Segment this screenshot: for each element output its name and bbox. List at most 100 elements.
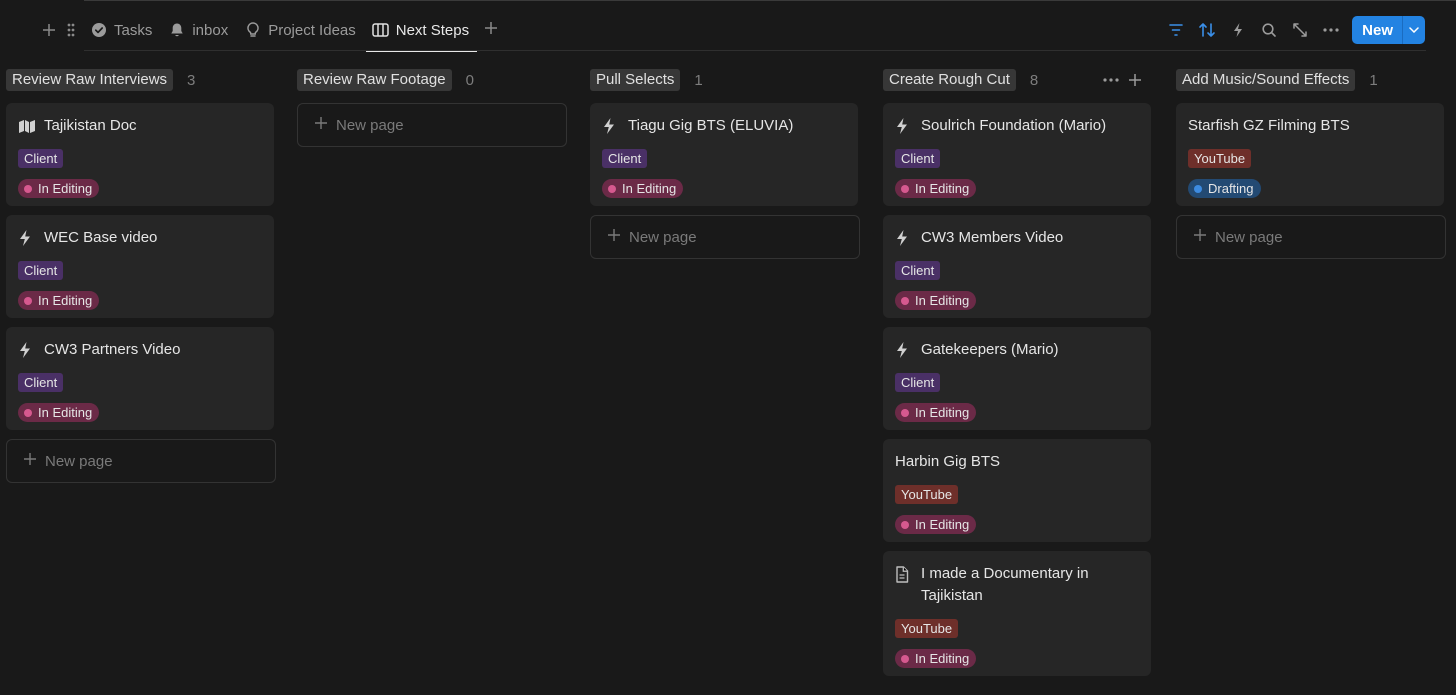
category-tag: Client: [895, 261, 941, 280]
document-icon: [895, 563, 915, 585]
column-header: Add Music/Sound Effects 1: [1176, 68, 1444, 92]
status-dot-icon: [901, 654, 909, 663]
bolt-icon: [18, 227, 38, 249]
card-title: I made a Documentary in Tajikistan: [895, 563, 1139, 607]
column-more-icon[interactable]: [1099, 78, 1123, 82]
column-header: Review Raw Interviews 3: [6, 68, 274, 92]
status-badge: In Editing: [18, 403, 100, 422]
status-badge: In Editing: [895, 179, 977, 198]
status-label: In Editing: [38, 293, 93, 308]
new-page-button[interactable]: New page: [6, 439, 276, 483]
tab-project-ideas[interactable]: Project Ideas: [244, 18, 356, 42]
board-card[interactable]: Tiagu Gig BTS (ELUVIA) Client In Editing: [590, 103, 858, 206]
card-status-row: In Editing: [895, 291, 1139, 310]
board-card[interactable]: Soulrich Foundation (Mario) Client In Edit…: [883, 103, 1151, 206]
column-count: 1: [1369, 71, 1378, 89]
card-status-row: In Editing: [895, 179, 1139, 198]
category-tag: Client: [895, 149, 941, 168]
column-count: 0: [465, 71, 474, 89]
new-button[interactable]: New: [1352, 16, 1425, 44]
tab-label: Project Ideas: [268, 21, 356, 39]
search-icon[interactable]: [1253, 16, 1284, 44]
view-toolbar: New: [1160, 16, 1425, 44]
status-badge: Drafting: [1188, 179, 1261, 198]
card-tag-row: Client: [18, 261, 262, 280]
sort-icon[interactable]: [1191, 16, 1222, 44]
category-tag: YouTube: [895, 619, 959, 638]
status-label: In Editing: [38, 405, 93, 420]
new-page-button[interactable]: New page: [1176, 215, 1446, 259]
column-header: Create Rough Cut 8: [883, 68, 1151, 92]
bolt-icon: [18, 339, 38, 361]
drag-handle-icon[interactable]: [60, 19, 82, 41]
tabbar-divider: [84, 50, 1426, 51]
card-title-text: Tajikistan Doc: [44, 117, 137, 134]
card-list: Soulrich Foundation (Mario) Client In Edit…: [883, 103, 1151, 676]
automation-bolt-icon[interactable]: [1222, 16, 1253, 44]
column-title[interactable]: Pull Selects: [590, 69, 681, 91]
new-page-label: New page: [629, 228, 697, 246]
card-title-text: Soulrich Foundation (Mario): [921, 117, 1107, 134]
card-tag-row: Client: [895, 373, 1139, 392]
status-label: In Editing: [915, 293, 970, 308]
card-title-text: WEC Base video: [44, 229, 158, 246]
column-add-icon[interactable]: [1123, 73, 1147, 87]
column-count: 1: [694, 71, 703, 89]
expand-icon[interactable]: [1284, 16, 1315, 44]
chevron-down-icon[interactable]: [1402, 16, 1425, 44]
add-view-icon[interactable]: [483, 19, 499, 42]
tab-label: Tasks: [114, 21, 153, 39]
status-dot-icon: [901, 408, 909, 417]
column-header: Pull Selects 1: [590, 68, 858, 92]
board-card[interactable]: I made a Documentary in Tajikistan YouTub…: [883, 551, 1151, 676]
tab-tasks[interactable]: Tasks: [90, 18, 152, 42]
card-status-row: In Editing: [18, 179, 262, 198]
category-tag: YouTube: [1188, 149, 1252, 168]
new-page-button[interactable]: New page: [590, 215, 860, 259]
plus-icon: [23, 450, 37, 472]
card-title: Tajikistan Doc: [18, 115, 262, 137]
column-title[interactable]: Create Rough Cut: [883, 69, 1016, 91]
board-card[interactable]: Starfish GZ Filming BTS YouTube Drafting: [1176, 103, 1444, 206]
board-card[interactable]: Tajikistan Doc Client In Editing: [6, 103, 274, 206]
add-block-icon[interactable]: [38, 19, 60, 41]
plus-icon: [314, 114, 328, 136]
top-border: [84, 0, 1456, 1]
card-tag-row: YouTube: [895, 619, 1139, 638]
column-title[interactable]: Review Raw Interviews: [6, 69, 174, 91]
card-title-text: CW3 Partners Video: [44, 341, 181, 358]
board-card[interactable]: CW3 Members Video Client In Editing: [883, 215, 1151, 318]
view-tabbar: Tasks inbox Project Ideas Next Steps New: [0, 8, 1456, 52]
new-button-label[interactable]: New: [1352, 16, 1402, 44]
card-tag-row: Client: [18, 149, 262, 168]
category-tag: Client: [18, 261, 64, 280]
board-icon: [372, 21, 390, 39]
card-title: Tiagu Gig BTS (ELUVIA): [602, 115, 846, 137]
new-page-label: New page: [336, 116, 404, 134]
map-icon: [18, 115, 38, 137]
tab-label: Next Steps: [395, 21, 470, 39]
status-badge: In Editing: [895, 291, 977, 310]
new-page-button[interactable]: New page: [297, 103, 567, 147]
board-card[interactable]: Gatekeepers (Mario) Client In Editing: [883, 327, 1151, 430]
plus-icon: [607, 226, 621, 248]
board-card[interactable]: Harbin Gig BTS YouTube In Editing: [883, 439, 1151, 542]
more-options-icon[interactable]: [1315, 16, 1346, 44]
check-circle-icon: [90, 21, 108, 39]
category-tag: Client: [602, 149, 648, 168]
card-tag-row: Client: [602, 149, 846, 168]
column-title[interactable]: Review Raw Footage: [297, 69, 452, 91]
column-title[interactable]: Add Music/Sound Effects: [1176, 69, 1356, 91]
tab-inbox[interactable]: inbox: [168, 18, 228, 42]
board-card[interactable]: WEC Base video Client In Editing: [6, 215, 274, 318]
card-status-row: In Editing: [895, 515, 1139, 534]
tab-next-steps[interactable]: Next Steps: [365, 18, 478, 52]
tab-strip: Tasks inbox Project Ideas Next Steps: [38, 18, 499, 52]
card-title-text: I made a Documentary in Tajikistan: [921, 565, 1089, 604]
card-title: Soulrich Foundation (Mario): [895, 115, 1139, 137]
status-label: In Editing: [915, 651, 970, 666]
card-title: Harbin Gig BTS: [895, 451, 1139, 473]
card-list: Tajikistan Doc Client In Editing WEC Base v…: [6, 103, 274, 430]
board-card[interactable]: CW3 Partners Video Client In Editing: [6, 327, 274, 430]
filter-icon[interactable]: [1160, 16, 1191, 44]
